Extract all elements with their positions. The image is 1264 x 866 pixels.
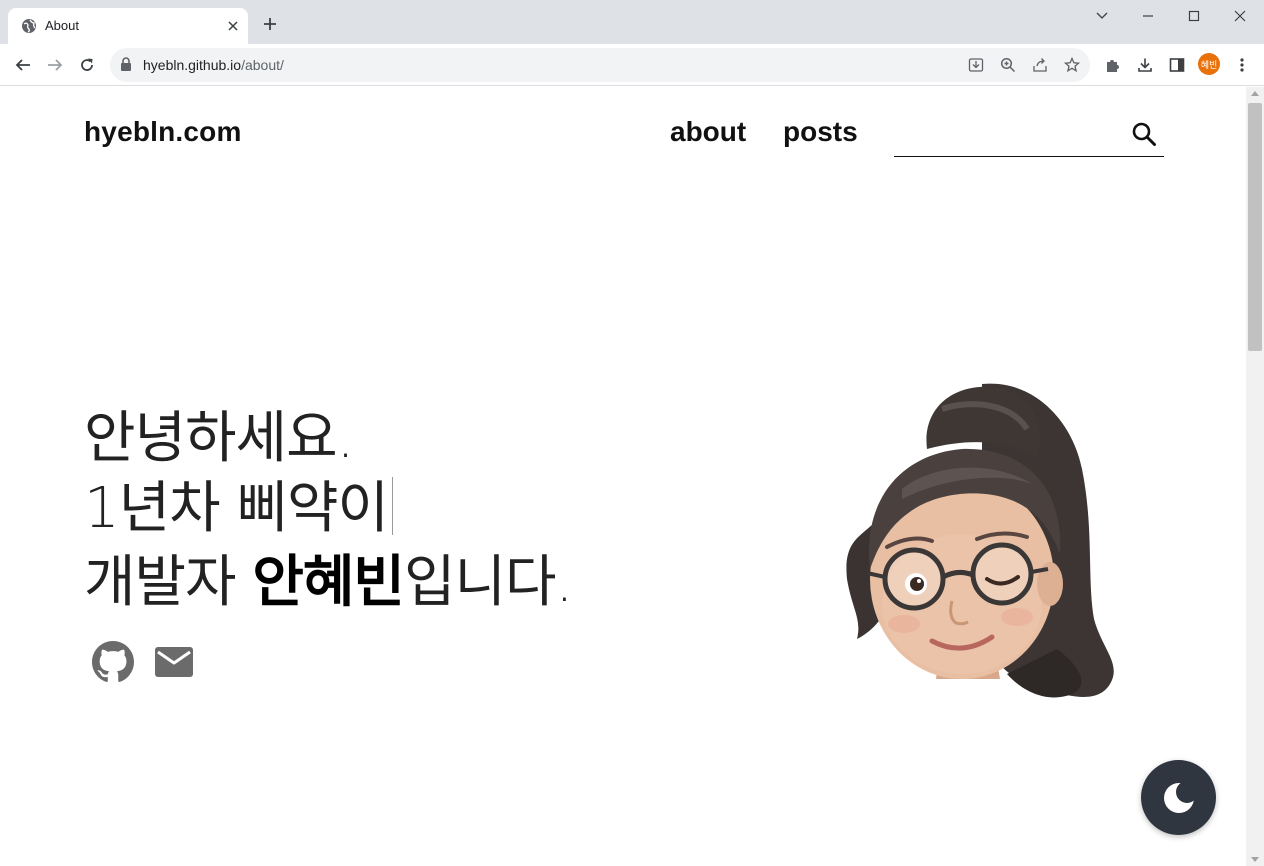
more-menu-icon[interactable] bbox=[1231, 54, 1253, 76]
minimize-icon[interactable] bbox=[1136, 4, 1160, 28]
address-bar[interactable]: hyebln.github.io/about/ bbox=[110, 48, 1090, 82]
hero-tagline: 1년차 삐약이 bbox=[84, 474, 394, 544]
extensions-puzzle-icon[interactable] bbox=[1102, 54, 1124, 76]
url-text[interactable]: hyebln.github.io/about/ bbox=[143, 57, 284, 73]
search-box bbox=[894, 115, 1164, 157]
downloads-icon[interactable] bbox=[1134, 54, 1156, 76]
maximize-icon[interactable] bbox=[1182, 4, 1206, 28]
lock-icon[interactable] bbox=[120, 57, 134, 73]
close-window-icon[interactable] bbox=[1228, 4, 1252, 28]
hero-introduction: 개발자 안혜빈입니다. bbox=[84, 548, 573, 618]
hero-tagline-text: 1년차 삐약이 bbox=[84, 476, 389, 541]
tab-title: About bbox=[45, 18, 79, 33]
globe-icon bbox=[21, 18, 37, 34]
site-logo[interactable]: hyebln.com bbox=[84, 116, 242, 148]
moon-icon bbox=[1161, 780, 1197, 816]
reload-icon[interactable] bbox=[74, 52, 100, 78]
nav-link-posts[interactable]: posts bbox=[783, 116, 858, 148]
share-icon[interactable] bbox=[1030, 55, 1050, 75]
hero-greeting: 안녕하세요. bbox=[84, 406, 354, 471]
github-icon[interactable] bbox=[91, 640, 135, 684]
forward-arrow-icon[interactable] bbox=[42, 52, 68, 78]
zoom-icon[interactable] bbox=[998, 55, 1018, 75]
search-input[interactable] bbox=[894, 121, 1124, 151]
tab-search-chevron-icon[interactable] bbox=[1090, 4, 1114, 28]
browser-toolbar: hyebln.github.io/about/ 혜빈 bbox=[0, 44, 1264, 86]
hero-intro-suffix: 입니다. bbox=[403, 550, 573, 615]
scrollbar-thumb[interactable] bbox=[1248, 103, 1262, 351]
page-viewport: hyebln.com about posts 안녕하세요. 1년차 삐약이 개발… bbox=[0, 87, 1246, 866]
mail-icon[interactable] bbox=[152, 640, 196, 684]
browser-tabbar: About bbox=[0, 0, 1264, 44]
bookmark-star-icon[interactable] bbox=[1062, 55, 1082, 75]
browser-tab[interactable]: About bbox=[8, 8, 248, 44]
url-host: hyebln.github.io bbox=[143, 57, 242, 73]
hero-name: 안혜빈 bbox=[252, 550, 405, 615]
typing-cursor bbox=[392, 477, 394, 535]
profile-avatar[interactable]: 혜빈 bbox=[1198, 53, 1220, 75]
nav-link-about[interactable]: about bbox=[670, 116, 746, 148]
theme-toggle-button[interactable] bbox=[1141, 760, 1216, 835]
hero-intro-prefix: 개발자 bbox=[84, 550, 253, 615]
install-app-icon[interactable] bbox=[966, 55, 986, 75]
new-tab-button[interactable] bbox=[260, 14, 280, 34]
memoji-avatar-illustration bbox=[846, 383, 1114, 698]
page-scrollbar[interactable] bbox=[1246, 87, 1264, 866]
scroll-down-arrow-icon[interactable] bbox=[1251, 857, 1259, 862]
back-arrow-icon[interactable] bbox=[10, 52, 36, 78]
scroll-up-arrow-icon[interactable] bbox=[1251, 91, 1259, 96]
search-icon[interactable] bbox=[1130, 120, 1158, 148]
close-tab-icon[interactable] bbox=[224, 17, 242, 35]
url-path: /about/ bbox=[241, 57, 284, 73]
side-panel-icon[interactable] bbox=[1166, 54, 1188, 76]
